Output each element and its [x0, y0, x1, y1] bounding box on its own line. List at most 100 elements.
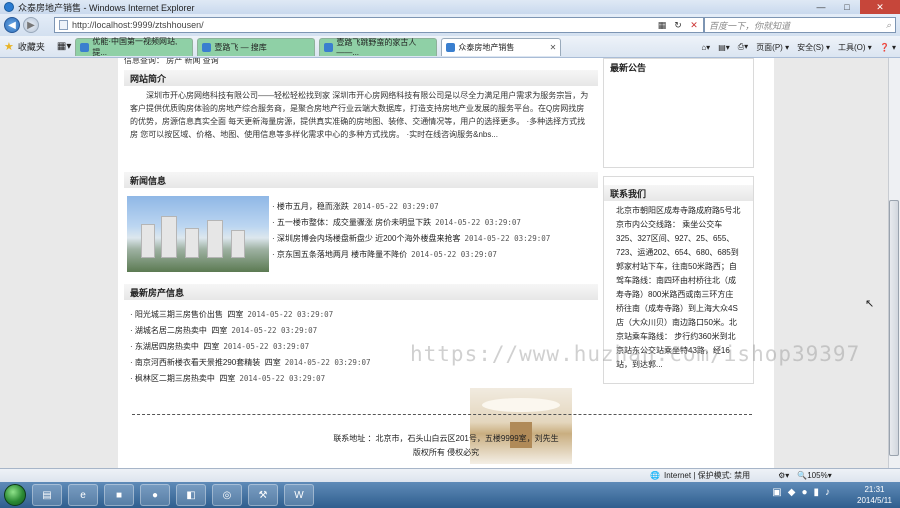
properties-heading: 最新房产信息: [124, 284, 598, 300]
tab-item[interactable]: 壹路飞 — 搜库: [197, 37, 316, 56]
contact-heading: 联系我们: [604, 185, 753, 201]
globe-icon: 🌐: [650, 471, 660, 480]
tab-favicon-icon: [324, 42, 334, 52]
property-item[interactable]: · 湖城名居二房热卖中 四室 2014-05-22 03:29:07: [130, 323, 371, 339]
notice-box: 最新公告: [603, 58, 754, 168]
news-list: · 楼市五月，稳而涨跌 2014-05-22 03:29:07 · 五一楼市整体：…: [272, 199, 550, 263]
zoom-icon[interactable]: 🔍: [797, 471, 807, 480]
tab-item[interactable]: 壹路飞跳野蛮的家古人——...: [319, 37, 438, 57]
property-item[interactable]: · 南京河西新楼衣看天景推290套精装 四室 2014-05-22 03:29:0…: [130, 355, 371, 371]
tab-favicon-icon: [202, 42, 212, 52]
footer-copyright: 版权所有 侵权必究: [412, 448, 480, 457]
menu-tools[interactable]: 工具(O) ▾: [838, 42, 872, 53]
feeds-icon[interactable]: ▤▾: [718, 43, 730, 52]
zoom-level[interactable]: 105%: [807, 471, 827, 480]
tab-item[interactable]: 优能·中国第一视频网站,提...: [75, 37, 194, 57]
intro-section: 网站简介 深圳市开心房网络科技有限公司——轻松轻松找到家 深圳市开心房网络科技有…: [124, 70, 598, 141]
app-icon[interactable]: ●: [140, 484, 170, 506]
app-icon[interactable]: ⚒: [248, 484, 278, 506]
menu-page[interactable]: 页面(P) ▾: [756, 42, 789, 53]
ceiling-light-shape: [482, 398, 560, 412]
tray-icon[interactable]: ▣: [772, 487, 781, 498]
maximize-button[interactable]: □: [834, 0, 860, 14]
address-bar[interactable]: http://localhost:9999/ztshhousen/: [54, 17, 704, 33]
building-shape: [185, 228, 199, 258]
ie-icon[interactable]: e: [68, 484, 98, 506]
address-text: http://localhost:9999/ztshhousen/: [72, 20, 204, 30]
close-button[interactable]: ✕: [860, 0, 900, 14]
menu-help[interactable]: ❓ ▾: [880, 43, 896, 52]
home-icon[interactable]: ⌂▾: [701, 43, 710, 52]
ie-logo-icon: [4, 2, 14, 12]
refresh-icon[interactable]: ↻: [671, 17, 685, 33]
app-icon[interactable]: ◎: [212, 484, 242, 506]
news-item[interactable]: · 京东国五条落地两月 楼市降量不降价 2014-05-22 03:29:07: [272, 247, 550, 263]
building-shape: [141, 224, 155, 258]
mouse-cursor-icon: ↖: [865, 298, 875, 310]
property-item[interactable]: · 阳光城三期三房售价出售 四室 2014-05-22 03:29:07: [130, 307, 371, 323]
tab-item-active[interactable]: 众泰房地产销售 ✕: [441, 37, 562, 56]
properties-list: · 阳光城三期三房售价出售 四室 2014-05-22 03:29:07 · 湖城…: [130, 307, 371, 387]
minimize-button[interactable]: —: [808, 0, 834, 14]
explorer-icon[interactable]: ▤: [32, 484, 62, 506]
system-tray: ▣ ◆ ● ▮ ♪: [772, 487, 830, 498]
window-title: 众泰房地产销售 - Windows Internet Explorer: [18, 2, 195, 13]
watermark: https://www.huzhan.com/ishop39397: [410, 342, 861, 366]
command-bar: ⌂▾ ▤▾ ⎙▾ 页面(P) ▾ 安全(S) ▾ 工具(O) ▾ ❓ ▾: [701, 38, 896, 56]
network-icon[interactable]: ▮: [813, 487, 819, 498]
menu-safety[interactable]: 安全(S) ▾: [797, 42, 830, 53]
property-item[interactable]: · 东湖居四房热卖中 四室 2014-05-22 03:29:07: [130, 339, 371, 355]
tab-favicon-icon: [446, 42, 456, 52]
clock[interactable]: 21:31 2014/5/11: [857, 484, 892, 506]
volume-icon[interactable]: ♪: [825, 487, 830, 498]
forward-button[interactable]: ▶: [23, 17, 39, 33]
zone-text: Internet | 保护模式: 禁用: [663, 471, 751, 480]
property-item[interactable]: · 枫林区二期三房热卖中 四室 2014-05-22 03:29:07: [130, 371, 371, 387]
taskbar: ▤ e ■ ● ◧ ◎ ⚒ W: [0, 482, 900, 508]
properties-section: 最新房产信息: [124, 284, 598, 300]
news-item[interactable]: · 五一楼市整体：成交量骤涨 房价未明显下跌 2014-05-22 03:29:0…: [272, 215, 550, 231]
app-icon[interactable]: ◧: [176, 484, 206, 506]
word-icon[interactable]: W: [284, 484, 314, 506]
news-item[interactable]: · 楼市五月，稳而涨跌 2014-05-22 03:29:07: [272, 199, 550, 215]
tab-close-icon[interactable]: ✕: [550, 43, 557, 52]
footer-divider: [132, 414, 752, 415]
compatibility-icon[interactable]: ▦: [655, 17, 669, 33]
tab-favicon-icon: [80, 42, 90, 52]
print-icon[interactable]: ⎙▾: [738, 42, 748, 52]
clock-time: 21:31: [864, 485, 885, 494]
page-footer: 联系地址 ：北京市，石头山白云区201号，五楼9999室，刘先生 版权所有 侵权…: [118, 432, 774, 460]
building-shape: [207, 220, 223, 258]
news-section: 新闻信息: [124, 172, 598, 188]
scrollbar-thumb[interactable]: [889, 200, 899, 456]
page-icon: [59, 20, 68, 30]
status-bar: 🌐 Internet | 保护模式: 禁用 ⚙▾ 🔍 105% ▾: [0, 468, 900, 482]
tray-icon[interactable]: ●: [801, 487, 807, 498]
building-shape: [231, 230, 245, 258]
search-icon[interactable]: ⌕: [886, 20, 891, 31]
intro-text: 深圳市开心房网络科技有限公司——轻松轻松找到家 深圳市开心房网络科技有限公司是以…: [130, 91, 589, 139]
top-search-fragment: 信息查询： 房产 新闻 查询: [124, 58, 219, 65]
intro-heading: 网站简介: [124, 70, 598, 86]
search-box[interactable]: 百度一下，你就知道 ⌕: [704, 17, 896, 33]
favorites-label[interactable]: 收藏夹: [18, 40, 45, 53]
settings-icon[interactable]: ⚙▾: [778, 471, 789, 480]
news-heading: 新闻信息: [124, 172, 598, 188]
address-tools: ▦ ↻ ✕: [655, 17, 701, 33]
window-controls: — □ ✕: [808, 0, 900, 14]
news-item[interactable]: · 深圳房博会内场楼盘新盘少 近200个海外楼盘来抢客 2014-05-22 03…: [272, 231, 550, 247]
start-button[interactable]: [4, 484, 26, 506]
zoom-dropdown-icon[interactable]: ▾: [828, 471, 832, 480]
app-icon[interactable]: ■: [104, 484, 134, 506]
tray-icon[interactable]: ◆: [788, 487, 796, 498]
notice-heading: 最新公告: [604, 59, 753, 75]
search-input[interactable]: 百度一下，你就知道: [709, 19, 790, 32]
news-image[interactable]: [127, 196, 269, 272]
quick-tabs-icon[interactable]: ▦▾: [57, 41, 71, 52]
window-titlebar: 众泰房地产销售 - Windows Internet Explorer: [0, 0, 900, 14]
stop-icon[interactable]: ✕: [687, 17, 701, 33]
back-button[interactable]: ◀: [4, 17, 20, 33]
clock-date: 2014/5/11: [857, 496, 892, 505]
favorites-star-icon[interactable]: ★: [4, 40, 14, 53]
building-shape: [161, 216, 177, 258]
